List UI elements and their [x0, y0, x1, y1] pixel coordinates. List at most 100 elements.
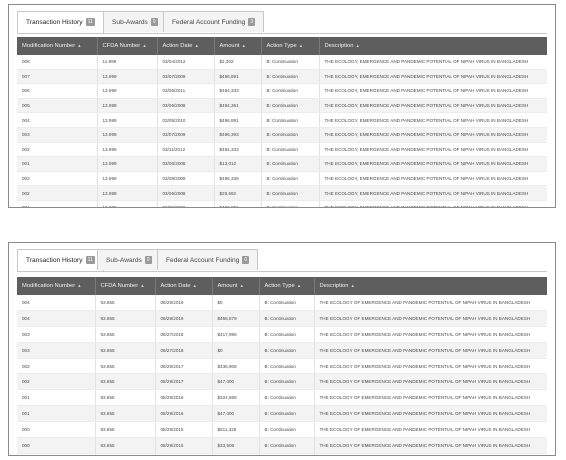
sort-icon[interactable]: ▴: [143, 43, 146, 49]
sort-icon[interactable]: ▴: [78, 283, 81, 289]
sort-icon[interactable]: ▴: [141, 283, 144, 289]
table-cell: 08/29/2016: [155, 405, 213, 423]
column-header[interactable]: Amount ▴: [214, 37, 262, 55]
table-cell: $47,000: [212, 453, 260, 455]
table-cell: 002: [17, 142, 98, 158]
column-header-label: Amount: [219, 43, 240, 49]
table-cell: 03/08/2009: [157, 171, 215, 187]
column-header[interactable]: Description ▴: [319, 37, 547, 55]
tab-transaction-history[interactable]: Transaction History 11: [17, 249, 104, 271]
column-header[interactable]: Amount ▴: [212, 277, 260, 295]
tab-federal-account-funding[interactable]: Federal Account Funding 3: [163, 11, 265, 32]
tab-count-badge: 0: [150, 18, 158, 27]
sort-icon[interactable]: ▴: [352, 283, 355, 289]
table-cell: 93.855: [95, 373, 156, 391]
table-cell: 13.999: [97, 142, 158, 158]
table-row[interactable]: 004 93.855 08/29/2019 $0 B: Continuation THE …: [17, 295, 547, 311]
sort-icon[interactable]: ▴: [357, 43, 360, 49]
tab-label: Transaction History: [26, 257, 83, 264]
table-cell: $28,692: [214, 185, 262, 201]
table-row[interactable]: 001 13.999 03/06/2008 $496,891 B: Continuati…: [17, 200, 547, 207]
column-header[interactable]: Action Type ▴: [261, 37, 320, 55]
tab-federal-account-funding[interactable]: Federal Account Funding 0: [157, 249, 259, 270]
column-header-label: Action Type: [264, 283, 295, 289]
column-header[interactable]: Description ▴: [314, 277, 547, 295]
sort-icon[interactable]: ▴: [78, 43, 81, 49]
column-header[interactable]: CFDA Number ▴: [97, 37, 158, 55]
tab-label: Federal Account Funding: [166, 257, 240, 264]
sort-icon[interactable]: ▴: [195, 43, 198, 49]
column-header[interactable]: Modification Number ▴: [17, 37, 98, 55]
table-row[interactable]: 002 13.999 03/06/2008 $28,692 B: Continuatio…: [17, 185, 547, 201]
table-cell: B: Continuation: [259, 437, 315, 454]
table-cell: $33,908: [212, 437, 260, 454]
tab-sub-awards[interactable]: Sub-Awards 0: [103, 11, 167, 32]
sort-icon[interactable]: ▴: [300, 43, 303, 49]
table-row[interactable]: 00093.85508/29/2015$47,000B: Continuatio…: [17, 453, 547, 455]
column-header-label: Action Type: [266, 43, 297, 49]
tab-sub-awards[interactable]: Sub-Awards 0: [97, 249, 161, 270]
table-cell: $484,333: [214, 83, 262, 99]
table-cell: 11.999: [97, 55, 158, 70]
table-cell: 03/04/2012: [157, 55, 215, 70]
table-cell: B: Continuation: [261, 69, 320, 85]
table-cell: 93.855: [95, 405, 156, 423]
tab-bar-bottom: Transaction History 11 Sub-Awards 0 Federa…: [17, 249, 547, 272]
column-header[interactable]: CFDA Number ▴: [95, 277, 156, 295]
column-header[interactable]: Action Date ▴: [155, 277, 213, 295]
table-cell: 93.855: [95, 437, 156, 454]
table-row[interactable]: 000 93.855 08/29/2015 $33,908 B: Continuatio…: [17, 437, 547, 454]
table-cell: B: Continuation: [259, 295, 315, 311]
table-cell: B: Continuation: [259, 342, 315, 359]
sort-icon[interactable]: ▴: [193, 283, 196, 289]
table-row[interactable]: 006 13.999 03/06/2011 $484,333 B: Continuati…: [17, 83, 547, 99]
tab-count-badge: 11: [85, 18, 95, 27]
table-cell: $2,302: [214, 55, 262, 70]
table-cell: 03/06/2008: [157, 98, 215, 114]
table-cell: 001: [17, 405, 96, 423]
table-row[interactable]: 004 13.999 03/05/2010 $496,891 B: Continuati…: [17, 112, 547, 128]
table-cell: 08/27/2018: [155, 326, 213, 343]
table-row[interactable]: 001 93.855 08/29/2016 $324,888 B: Continuati…: [17, 389, 547, 407]
table-row[interactable]: 002 13.999 03/11/2012 $484,333 B: Continuati…: [17, 142, 547, 158]
table-cell: THE ECOLOGY, EMERGENCE AND PANDEMIC POTE…: [319, 171, 547, 187]
table-cell: 03/07/2009: [157, 127, 215, 143]
table-row[interactable]: 007 13.999 03/07/2009 $496,891 B: Continuati…: [17, 69, 547, 85]
table-header-row: Modification Number ▴ CFDA Number ▴ Action D…: [17, 277, 547, 295]
column-header[interactable]: Action Type ▴: [259, 277, 315, 295]
column-header[interactable]: Action Date ▴: [157, 37, 215, 55]
table-row[interactable]: 008 11.999 03/04/2012 $2,302 B: Continuation…: [17, 55, 547, 70]
table-cell: B: Continuation: [259, 405, 315, 423]
table-row[interactable]: 001 13.999 03/06/2008 $13,012 B: Continuatio…: [17, 156, 547, 172]
tab-transaction-history[interactable]: Transaction History 11: [17, 11, 104, 33]
sort-icon[interactable]: ▴: [242, 43, 245, 49]
table-row[interactable]: 003 13.999 03/07/2009 $496,393 B: Continuati…: [17, 127, 547, 143]
table-cell: 001: [17, 389, 96, 407]
sort-icon[interactable]: ▴: [240, 283, 243, 289]
table-row[interactable]: 001 93.855 08/29/2016 $47,000 B: Continuatio…: [17, 405, 547, 423]
table-cell: B: Continuation: [261, 200, 320, 207]
table-row[interactable]: 002 93.855 08/29/2017 $436,908 B: Continuati…: [17, 358, 547, 375]
table-row[interactable]: 004 93.855 08/29/2019 $456,879 B: Continuati…: [17, 310, 547, 327]
table-row[interactable]: 000 93.855 08/29/2015 $511,325 B: Continuati…: [17, 421, 547, 439]
table-cell: 13.999: [97, 112, 158, 128]
table-cell: 004: [17, 295, 96, 311]
table-cell: 004: [17, 112, 98, 128]
transaction-panel-top: Transaction History 11 Sub-Awards 0 Federa…: [8, 4, 556, 208]
table-cell: B: Continuation: [259, 310, 315, 327]
table-row[interactable]: 002 13.999 03/08/2009 $496,339 B: Continuati…: [17, 171, 547, 187]
sort-icon[interactable]: ▴: [298, 283, 301, 289]
table-cell: B: Continuation: [259, 453, 315, 455]
table-cell: THE ECOLOGY OF EMERGENCE AND PANDEMIC PO…: [314, 389, 547, 407]
table-row[interactable]: 003 93.855 08/27/2018 $0 B: Continuation THE …: [17, 342, 547, 359]
table-cell: 005: [17, 98, 98, 114]
table-cell: B: Continuation: [261, 83, 320, 99]
table-row[interactable]: 005 13.999 03/06/2008 $484,361 B: Continuati…: [17, 98, 547, 114]
table-cell: THE ECOLOGY, EMERGENCE AND PANDEMIC POTE…: [319, 142, 547, 158]
table-cell: 004: [17, 310, 96, 327]
column-header[interactable]: Modification Number ▴: [17, 277, 96, 295]
table-row[interactable]: 003 93.855 08/27/2018 $417,996 B: Continuati…: [17, 326, 547, 343]
tab-label: Federal Account Funding: [172, 19, 246, 26]
table-cell: 13.999: [97, 185, 158, 201]
table-row[interactable]: 002 93.855 08/29/2017 $47,000 B: Continuatio…: [17, 373, 547, 391]
